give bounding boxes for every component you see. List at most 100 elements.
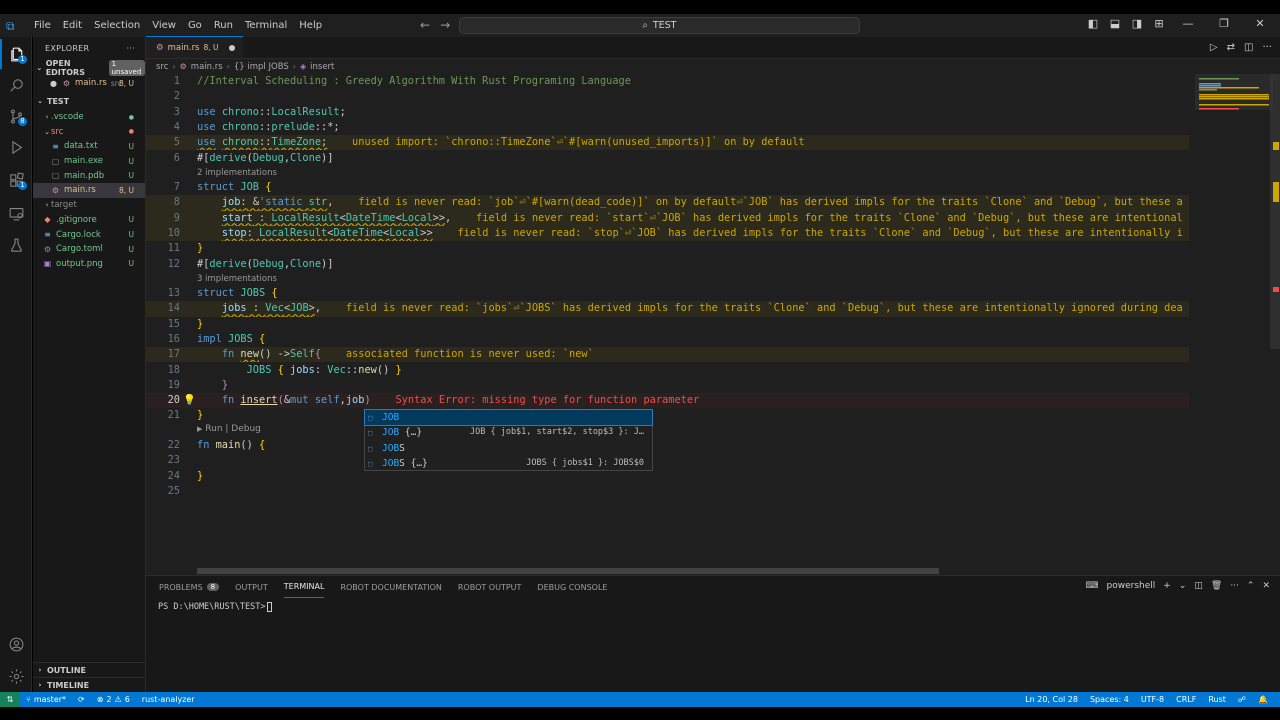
remote-explorer-icon[interactable] bbox=[0, 198, 32, 228]
menu-file[interactable]: File bbox=[28, 20, 57, 31]
split-terminal-icon[interactable]: ◫ bbox=[1194, 581, 1203, 591]
tree-item-target[interactable]: › target bbox=[33, 198, 145, 213]
command-center-search[interactable]: ⌕ TEST bbox=[459, 17, 860, 34]
customize-layout-icon[interactable]: ⊞ bbox=[1152, 17, 1166, 30]
more-actions-icon[interactable]: ··· bbox=[1230, 581, 1239, 591]
editor-tab-main-rs[interactable]: ⚙ main.rs 8, U bbox=[146, 36, 243, 58]
breadcrumb-item[interactable]: src bbox=[156, 62, 168, 72]
toggle-secondary-sidebar-icon[interactable]: ◨ bbox=[1130, 17, 1144, 30]
tab-robot-output[interactable]: ROBOT OUTPUT bbox=[458, 576, 522, 598]
codelens-implementations[interactable]: 2 implementations bbox=[197, 167, 277, 179]
project-section[interactable]: ⌄ TEST bbox=[33, 93, 145, 110]
file-encoding[interactable]: UTF-8 bbox=[1135, 695, 1170, 704]
menu-help[interactable]: Help bbox=[293, 20, 328, 31]
timeline-section[interactable]: › TIMELINE bbox=[33, 677, 146, 692]
suggestion-item[interactable]: ⬚ JOBS {…} JOBS { jobs$1 }: JOBS$0 bbox=[365, 456, 652, 471]
open-editor-item[interactable]: ● ⚙ main.rs src 8, U bbox=[33, 76, 145, 91]
menu-selection[interactable]: Selection bbox=[88, 20, 146, 31]
horizontal-scrollbar[interactable] bbox=[197, 568, 939, 574]
more-actions-icon[interactable]: ··· bbox=[1262, 42, 1272, 53]
problems-status[interactable]: ⊗ 2 ⚠ 6 bbox=[91, 695, 136, 704]
lightbulb-icon[interactable]: 💡 bbox=[183, 393, 196, 408]
line-ending[interactable]: CRLF bbox=[1170, 695, 1202, 704]
tree-item-vscode[interactable]: › .vscode ● bbox=[33, 110, 145, 125]
back-arrow-icon[interactable]: ← bbox=[420, 18, 430, 32]
breadcrumb-item[interactable]: {} impl JOBS bbox=[234, 62, 289, 72]
tree-item-main-rs[interactable]: ⚙ main.rs 8, U bbox=[33, 183, 145, 198]
run-debug-icon[interactable] bbox=[0, 132, 32, 162]
code-editor[interactable]: 1//Interval Scheduling : Greedy Algorith… bbox=[146, 74, 1189, 564]
menu-view[interactable]: View bbox=[146, 20, 182, 31]
tab-debug-console[interactable]: DEBUG CONSOLE bbox=[537, 576, 607, 598]
more-actions-icon[interactable]: ··· bbox=[126, 44, 135, 53]
extensions-icon[interactable]: 1 bbox=[0, 165, 32, 195]
outline-section[interactable]: › OUTLINE bbox=[33, 662, 146, 677]
remote-indicator-icon[interactable]: ⇅ bbox=[0, 692, 20, 707]
toggle-panel-icon[interactable]: ⬓ bbox=[1108, 17, 1122, 30]
sync-status[interactable]: ⟳ bbox=[72, 695, 91, 704]
open-changes-icon[interactable]: ⇄ bbox=[1227, 42, 1235, 53]
tree-item-cargo-toml[interactable]: ⚙ Cargo.toml U bbox=[33, 242, 145, 257]
tree-item-data-txt[interactable]: ≡ data.txt U bbox=[33, 139, 145, 154]
menu-edit[interactable]: Edit bbox=[57, 20, 88, 31]
chevron-down-icon[interactable]: ⌄ bbox=[1179, 581, 1187, 591]
feedback-icon[interactable]: ☍ bbox=[1232, 695, 1252, 704]
codelens-implementations[interactable]: 3 implementations bbox=[197, 273, 277, 285]
indentation[interactable]: Spaces: 4 bbox=[1084, 695, 1135, 704]
close-window-icon[interactable]: ✕ bbox=[1246, 17, 1274, 30]
menu-go[interactable]: Go bbox=[182, 20, 208, 31]
terminal-shell-label[interactable]: powershell bbox=[1107, 581, 1156, 591]
settings-gear-icon[interactable] bbox=[0, 661, 32, 691]
trash-icon[interactable]: 🗑 bbox=[1211, 581, 1222, 591]
menu-run[interactable]: Run bbox=[208, 20, 239, 31]
tree-item-src[interactable]: ⌄ src ● bbox=[33, 124, 145, 139]
terminal-icon: ⌨ bbox=[1085, 581, 1099, 591]
tab-label: DEBUG CONSOLE bbox=[537, 582, 608, 592]
suggestion-item[interactable]: ⬚ JOBS bbox=[365, 441, 652, 456]
rust-analyzer-status[interactable]: rust-analyzer bbox=[136, 695, 201, 704]
terminal-output[interactable]: PS D:\HOME\RUST\TEST> bbox=[146, 602, 1280, 612]
tree-item-cargo-lock[interactable]: ≡ Cargo.lock U bbox=[33, 227, 145, 242]
tab-terminal[interactable]: TERMINAL bbox=[283, 576, 325, 598]
tree-item-main-exe[interactable]: ▢ main.exe U bbox=[33, 154, 145, 169]
cursor-position[interactable]: Ln 20, Col 28 bbox=[1019, 695, 1084, 704]
notifications-bell-icon[interactable]: 🔔 bbox=[1252, 695, 1274, 704]
minimize-window-icon[interactable]: — bbox=[1174, 17, 1202, 30]
tree-item-output-png[interactable]: ▣ output.png U bbox=[33, 257, 145, 272]
explorer-icon[interactable]: 1 bbox=[0, 39, 32, 69]
vertical-scrollbar[interactable] bbox=[1270, 74, 1280, 575]
tree-item-status: U bbox=[128, 215, 135, 225]
suggestion-item[interactable]: ⬚ JOB {…} JOB { job$1, start$2, stop$3 }… bbox=[365, 425, 652, 440]
split-editor-icon[interactable]: ◫ bbox=[1244, 42, 1253, 53]
forward-arrow-icon[interactable]: → bbox=[440, 18, 450, 32]
open-editors-section[interactable]: ⌄ OPEN EDITORS 1 unsaved bbox=[33, 59, 145, 77]
maximize-panel-icon[interactable]: ⌃ bbox=[1247, 581, 1255, 591]
account-icon[interactable] bbox=[0, 629, 32, 659]
tab-output[interactable]: OUTPUT bbox=[235, 576, 268, 598]
code-line: 2 bbox=[173, 90, 180, 103]
run-debug-codelens[interactable]: ▶ Run | Debug bbox=[197, 424, 261, 434]
tree-item-gitignore[interactable]: ◆ .gitignore U bbox=[33, 213, 145, 228]
suggestion-item[interactable]: ⬚ JOB bbox=[364, 408, 653, 427]
close-panel-icon[interactable]: ✕ bbox=[1262, 581, 1270, 591]
testing-icon[interactable] bbox=[0, 230, 32, 260]
git-branch[interactable]: ⑂ master* bbox=[20, 695, 72, 704]
unsaved-dot-icon[interactable] bbox=[228, 44, 235, 51]
minimap[interactable] bbox=[1195, 74, 1273, 575]
struct-icon: ⬚ bbox=[368, 413, 373, 422]
breadcrumb-item[interactable]: insert bbox=[310, 62, 334, 72]
new-terminal-icon[interactable]: + bbox=[1163, 581, 1171, 591]
search-icon[interactable] bbox=[0, 70, 32, 100]
code-line: 16 impl JOBS { bbox=[167, 332, 266, 345]
toggle-sidebar-icon[interactable]: ◧ bbox=[1086, 17, 1100, 30]
menu-terminal[interactable]: Terminal bbox=[239, 20, 293, 31]
tab-problems[interactable]: PROBLEMS 8 bbox=[159, 576, 220, 598]
language-mode[interactable]: Rust bbox=[1202, 695, 1232, 704]
breadcrumb-item[interactable]: main.rs bbox=[191, 62, 223, 72]
tree-item-main-pdb[interactable]: ▢ main.pdb U bbox=[33, 168, 145, 183]
tab-robot-documentation[interactable]: ROBOT DOCUMENTATION bbox=[340, 576, 441, 598]
suggestion-label: JOB bbox=[382, 412, 400, 423]
source-control-icon[interactable]: 8 bbox=[0, 101, 32, 131]
run-icon[interactable]: ▷ bbox=[1210, 42, 1218, 53]
restore-window-icon[interactable]: ❐ bbox=[1210, 17, 1238, 30]
